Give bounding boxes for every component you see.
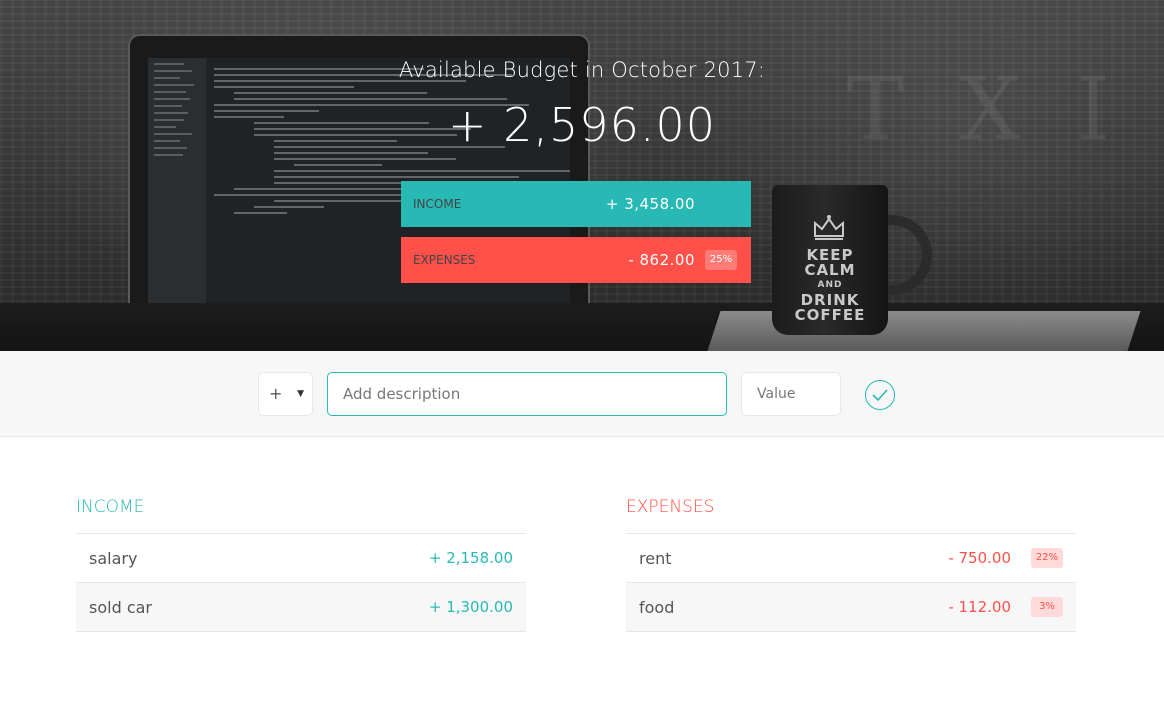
- description-input[interactable]: [327, 372, 727, 416]
- item-value: + 1,300.00: [428, 598, 513, 616]
- add-button[interactable]: [865, 380, 895, 410]
- income-summary-label: Income: [413, 197, 462, 211]
- type-select[interactable]: + ▼: [258, 372, 313, 416]
- income-summary-value: + 3,458.00: [605, 195, 695, 213]
- budget-value: + 2,596.00: [447, 98, 716, 152]
- item-description: rent: [639, 548, 672, 568]
- list-item[interactable]: rent - 750.00 22%: [626, 534, 1076, 583]
- budget-title: Available Budget in October 2017:: [398, 58, 766, 82]
- expenses-list-title: Expenses: [626, 497, 1076, 534]
- checkmark-icon: [872, 389, 888, 402]
- item-description: sold car: [89, 597, 152, 617]
- type-select-value: +: [269, 384, 283, 403]
- expenses-percentage-badge: 25%: [705, 250, 737, 270]
- item-value: - 112.00: [948, 598, 1011, 616]
- expenses-summary-label: Expenses: [413, 253, 476, 267]
- expenses-list: Expenses rent - 750.00 22% food - 112.00…: [626, 497, 1076, 632]
- item-description: salary: [89, 548, 138, 568]
- income-summary: Income + 3,458.00: [401, 181, 751, 227]
- item-percentage-badge: 22%: [1031, 548, 1063, 568]
- expenses-summary: Expenses - 862.00 25%: [401, 237, 751, 283]
- expenses-summary-value: - 862.00: [628, 251, 695, 269]
- income-list: Income salary + 2,158.00 sold car + 1,30…: [76, 497, 526, 632]
- item-value: + 2,158.00: [428, 549, 513, 567]
- item-percentage-badge: 3%: [1031, 597, 1063, 617]
- income-list-title: Income: [76, 497, 526, 534]
- item-value: - 750.00: [948, 549, 1011, 567]
- budget-summary: Available Budget in October 2017: + 2,59…: [0, 0, 1164, 351]
- list-item[interactable]: food - 112.00 3%: [626, 583, 1076, 632]
- list-item[interactable]: sold car + 1,300.00: [76, 583, 526, 632]
- list-item[interactable]: salary + 2,158.00: [76, 534, 526, 583]
- budget-header: T X I KEEP CALM AND DRINK COFFEE Availab…: [0, 0, 1164, 351]
- chevron-down-icon: ▼: [297, 389, 304, 399]
- add-item-bar: + ▼: [0, 351, 1164, 437]
- value-input[interactable]: [741, 372, 841, 416]
- item-description: food: [639, 597, 675, 617]
